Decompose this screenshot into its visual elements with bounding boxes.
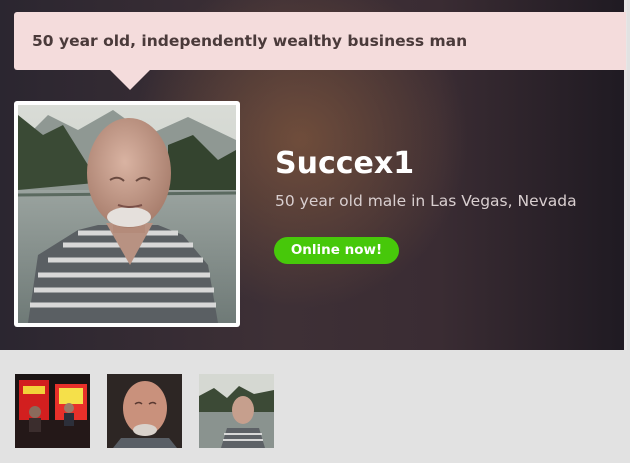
profile-header: 50 year old, independently wealthy busin…: [0, 0, 627, 350]
profile-username: Succex1: [275, 146, 415, 181]
gallery-thumbnail-1[interactable]: [15, 374, 90, 448]
online-status-badge: Online now!: [274, 237, 399, 264]
avatar[interactable]: [14, 101, 240, 327]
face-photo-icon: [107, 374, 182, 448]
profile-location: 50 year old male in Las Vegas, Nevada: [275, 192, 577, 210]
tagline-pointer: [110, 70, 150, 90]
conference-photo-icon: [15, 374, 90, 448]
profile-tagline: 50 year old, independently wealthy busin…: [32, 32, 468, 50]
lake-portrait-photo-icon: [199, 374, 274, 448]
photo-gallery: [0, 350, 630, 463]
tagline-bubble: 50 year old, independently wealthy busin…: [14, 12, 626, 70]
profile-photo: [18, 105, 236, 323]
gallery-thumbnail-3[interactable]: [199, 374, 274, 448]
gallery-thumbnail-2[interactable]: [107, 374, 182, 448]
